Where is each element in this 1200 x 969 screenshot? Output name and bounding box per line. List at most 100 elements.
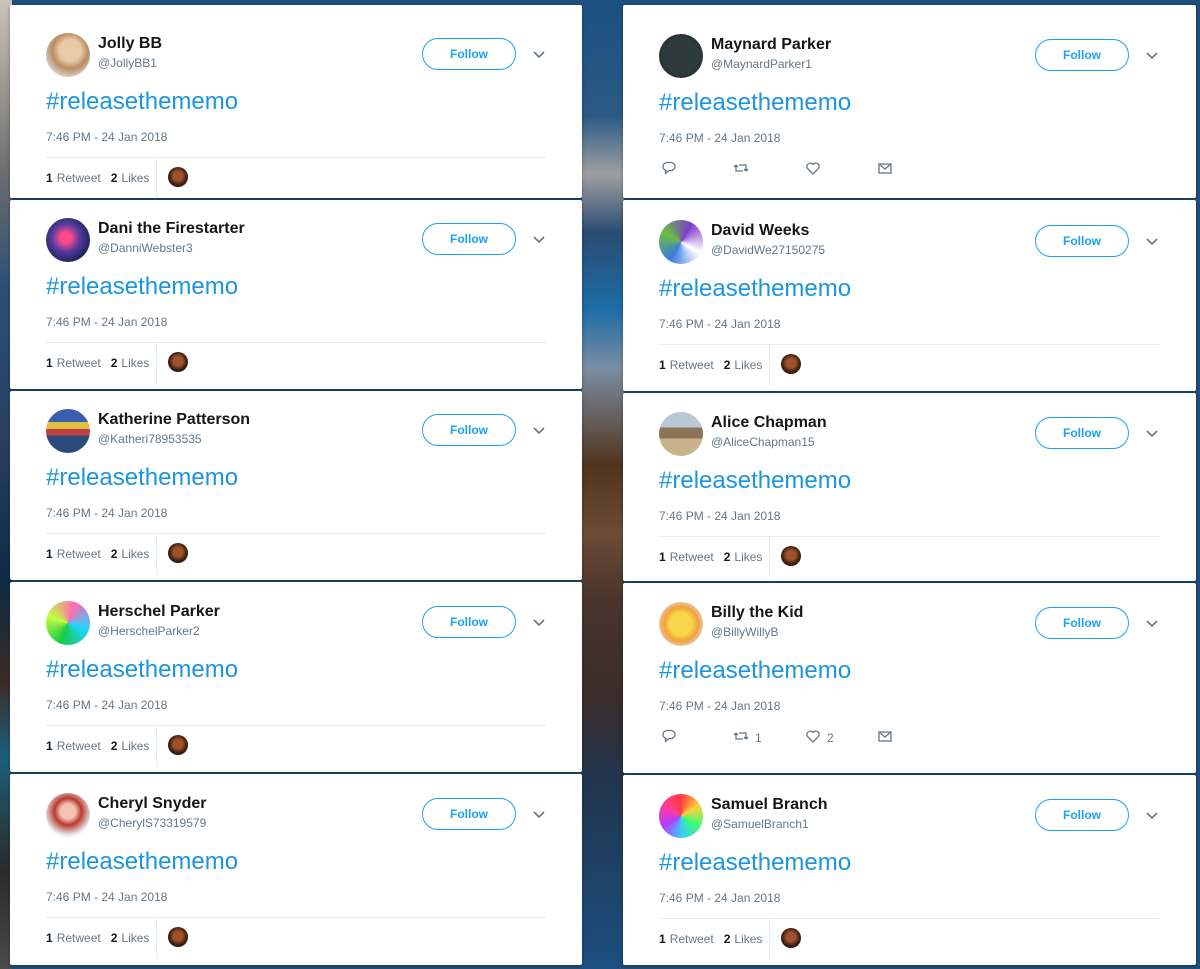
tweet-timestamp[interactable]: 7:46 PM - 24 Jan 2018 — [659, 509, 780, 523]
tweet-timestamp[interactable]: 7:46 PM - 24 Jan 2018 — [46, 698, 167, 712]
avatar[interactable] — [46, 601, 90, 645]
avatar[interactable] — [659, 220, 703, 264]
tweet-timestamp[interactable]: 7:46 PM - 24 Jan 2018 — [659, 699, 780, 713]
chevron-down-icon[interactable] — [532, 807, 546, 821]
follow-button[interactable]: Follow — [1035, 607, 1129, 639]
chevron-down-icon[interactable] — [532, 423, 546, 437]
tweet-hashtag[interactable]: #releasethememo — [46, 273, 238, 301]
likes-count[interactable]: 2 Likes — [724, 358, 763, 372]
follow-button[interactable]: Follow — [1035, 799, 1129, 831]
avatar[interactable] — [659, 34, 703, 78]
follow-button[interactable]: Follow — [422, 606, 516, 638]
chevron-down-icon[interactable] — [532, 232, 546, 246]
display-name[interactable]: Samuel Branch — [711, 796, 827, 814]
retweet-button[interactable]: 1 — [733, 728, 805, 747]
tweet-timestamp[interactable]: 7:46 PM - 24 Jan 2018 — [46, 506, 167, 520]
retweet-count[interactable]: 1 Retweet — [46, 547, 101, 561]
likes-count[interactable]: 2 Likes — [111, 171, 150, 185]
chevron-down-icon[interactable] — [1145, 616, 1159, 630]
tweet-hashtag[interactable]: #releasethememo — [46, 656, 238, 684]
display-name[interactable]: Alice Chapman — [711, 414, 827, 432]
tweet-timestamp[interactable]: 7:46 PM - 24 Jan 2018 — [46, 890, 167, 904]
direct-message-button[interactable] — [877, 160, 949, 179]
tweet-hashtag[interactable]: #releasethememo — [659, 275, 851, 303]
tweet-hashtag[interactable]: #releasethememo — [659, 89, 851, 117]
retweet-count[interactable]: 1 Retweet — [659, 932, 714, 946]
user-handle[interactable]: @MaynardParker1 — [711, 57, 812, 71]
avatar[interactable] — [46, 33, 90, 77]
avatar[interactable] — [659, 602, 703, 646]
tweet-hashtag[interactable]: #releasethememo — [46, 464, 238, 492]
tweet-timestamp[interactable]: 7:46 PM - 24 Jan 2018 — [659, 891, 780, 905]
tweet-timestamp[interactable]: 7:46 PM - 24 Jan 2018 — [46, 315, 167, 329]
follow-button[interactable]: Follow — [1035, 417, 1129, 449]
chevron-down-icon[interactable] — [1145, 234, 1159, 248]
display-name[interactable]: Dani the Firestarter — [98, 220, 245, 238]
user-handle[interactable]: @AliceChapman15 — [711, 435, 815, 449]
follow-button[interactable]: Follow — [422, 223, 516, 255]
retweet-button[interactable] — [733, 160, 805, 179]
direct-message-button[interactable] — [877, 728, 949, 747]
follow-button[interactable]: Follow — [1035, 225, 1129, 257]
chevron-down-icon[interactable] — [532, 47, 546, 61]
reply-button[interactable] — [661, 160, 733, 179]
reply-button[interactable] — [661, 728, 733, 747]
liker-avatar[interactable] — [168, 352, 188, 372]
like-button[interactable] — [805, 160, 877, 179]
retweet-count[interactable]: 1 Retweet — [659, 358, 714, 372]
tweet-hashtag[interactable]: #releasethememo — [659, 849, 851, 877]
display-name[interactable]: David Weeks — [711, 222, 809, 240]
liker-avatar[interactable] — [168, 927, 188, 947]
user-handle[interactable]: @CherylS73319579 — [98, 816, 206, 830]
avatar[interactable] — [46, 218, 90, 262]
liker-avatar[interactable] — [168, 167, 188, 187]
likes-count[interactable]: 2 Likes — [724, 550, 763, 564]
follow-button[interactable]: Follow — [1035, 39, 1129, 71]
retweet-count[interactable]: 1 Retweet — [46, 356, 101, 370]
avatar[interactable] — [659, 794, 703, 838]
liker-avatar[interactable] — [168, 735, 188, 755]
likes-count[interactable]: 2 Likes — [724, 932, 763, 946]
retweet-count[interactable]: 1 Retweet — [46, 931, 101, 945]
tweet-hashtag[interactable]: #releasethememo — [46, 88, 238, 116]
chevron-down-icon[interactable] — [532, 615, 546, 629]
likes-count[interactable]: 2 Likes — [111, 739, 150, 753]
display-name[interactable]: Jolly BB — [98, 35, 162, 53]
liker-avatar[interactable] — [781, 546, 801, 566]
liker-avatar[interactable] — [781, 928, 801, 948]
liker-avatar[interactable] — [781, 354, 801, 374]
display-name[interactable]: Cheryl Snyder — [98, 795, 206, 813]
follow-button[interactable]: Follow — [422, 414, 516, 446]
tweet-hashtag[interactable]: #releasethememo — [659, 467, 851, 495]
user-handle[interactable]: @HerschelParker2 — [98, 624, 200, 638]
likes-count[interactable]: 2 Likes — [111, 931, 150, 945]
likes-count[interactable]: 2 Likes — [111, 356, 150, 370]
tweet-timestamp[interactable]: 7:46 PM - 24 Jan 2018 — [46, 130, 167, 144]
display-name[interactable]: Billy the Kid — [711, 604, 803, 622]
like-button[interactable]: 2 — [805, 728, 877, 747]
chevron-down-icon[interactable] — [1145, 48, 1159, 62]
liker-avatar[interactable] — [168, 543, 188, 563]
retweet-count[interactable]: 1 Retweet — [46, 739, 101, 753]
chevron-down-icon[interactable] — [1145, 426, 1159, 440]
retweet-count[interactable]: 1 Retweet — [46, 171, 101, 185]
tweet-timestamp[interactable]: 7:46 PM - 24 Jan 2018 — [659, 317, 780, 331]
display-name[interactable]: Herschel Parker — [98, 603, 220, 621]
follow-button[interactable]: Follow — [422, 798, 516, 830]
display-name[interactable]: Katherine Patterson — [98, 411, 250, 429]
user-handle[interactable]: @DanniWebster3 — [98, 241, 193, 255]
chevron-down-icon[interactable] — [1145, 808, 1159, 822]
likes-count[interactable]: 2 Likes — [111, 547, 150, 561]
retweet-count[interactable]: 1 Retweet — [659, 550, 714, 564]
avatar[interactable] — [46, 793, 90, 837]
user-handle[interactable]: @DavidWe27150275 — [711, 243, 825, 257]
user-handle[interactable]: @BillyWillyB — [711, 625, 779, 639]
user-handle[interactable]: @Katheri78953535 — [98, 432, 202, 446]
avatar[interactable] — [659, 412, 703, 456]
avatar[interactable] — [46, 409, 90, 453]
follow-button[interactable]: Follow — [422, 38, 516, 70]
tweet-hashtag[interactable]: #releasethememo — [46, 848, 238, 876]
display-name[interactable]: Maynard Parker — [711, 36, 831, 54]
tweet-hashtag[interactable]: #releasethememo — [659, 657, 851, 685]
user-handle[interactable]: @SamuelBranch1 — [711, 817, 809, 831]
